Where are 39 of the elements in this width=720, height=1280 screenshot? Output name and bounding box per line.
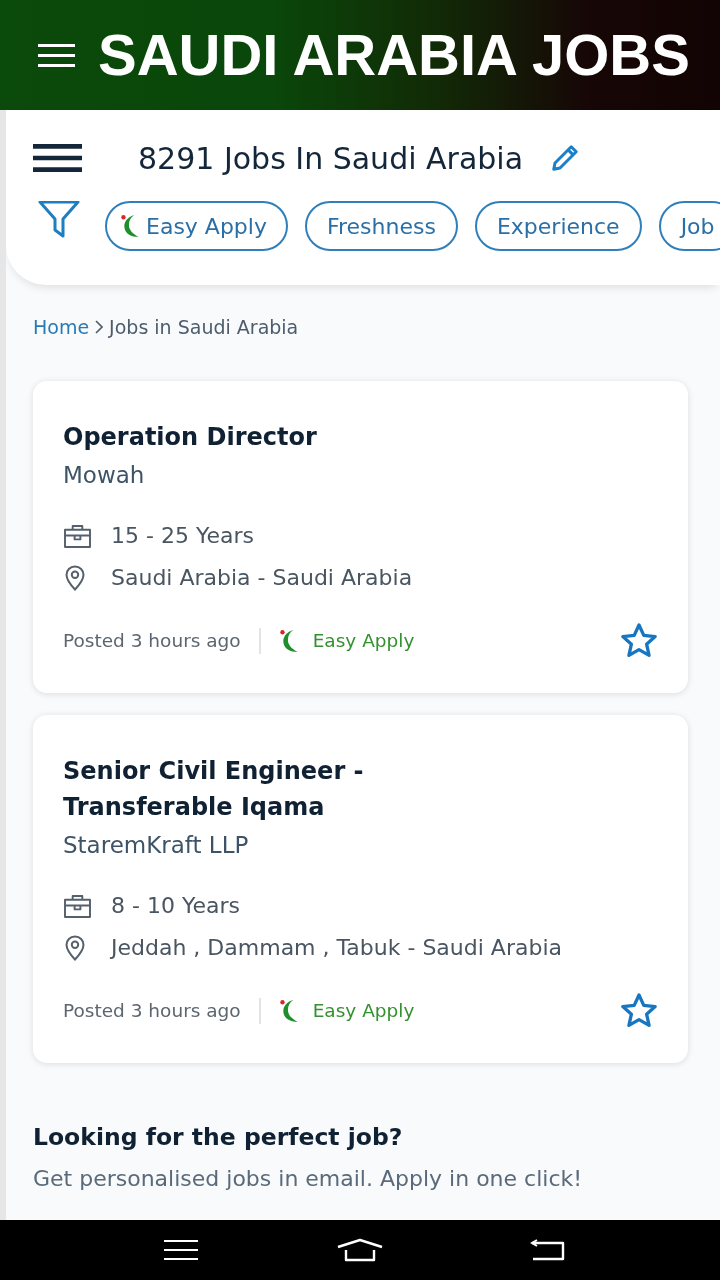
job-title[interactable]: Senior Civil Engineer - Transferable Iqama	[63, 753, 373, 825]
posted-time: Posted 3 hours ago	[63, 629, 241, 654]
star-icon[interactable]	[619, 622, 659, 660]
easy-apply-label: Easy Apply	[312, 999, 415, 1024]
chevron-right-icon	[95, 320, 104, 334]
crescent-icon	[278, 999, 299, 1023]
promo-text: Get personalised jobs in email. Apply in one click!	[33, 1165, 584, 1193]
location-pin-icon	[65, 565, 85, 591]
company-name: Mowah	[63, 461, 145, 490]
promo-title: Looking for the perfect job?	[33, 1122, 404, 1153]
crescent-icon	[278, 629, 299, 653]
location-pin-icon	[65, 935, 85, 961]
app-title: SAUDI ARABIA JOBS	[98, 26, 690, 84]
location-text: Saudi Arabia - Saudi Arabia	[111, 564, 413, 592]
job-card[interactable]: Senior Civil Engineer - Transferable Iqama StaremKraft LLP 8 - 10 Years Jeddah , Dammam , Tabuk - Saudi Arabia Posted 3 hours ago Easy Apply	[33, 715, 688, 1063]
briefcase-icon	[63, 523, 92, 549]
breadcrumb-link[interactable]: Home	[33, 312, 90, 342]
home-icon[interactable]	[336, 1238, 384, 1262]
filter-icon[interactable]	[38, 201, 80, 238]
location-text: Jeddah , Dammam , Tabuk - Saudi Arabia	[111, 934, 562, 962]
job-card[interactable]: Operation Director Mowah 15 - 25 Years Saudi Arabia - Saudi Arabia Posted 3 hours ago Easy Apply	[33, 381, 688, 693]
page-title: 8291 Jobs In Saudi Arabia	[138, 139, 524, 178]
company-name: StaremKraft LLP	[63, 831, 249, 860]
menu-icon[interactable]	[33, 144, 82, 172]
breadcrumb-current: Jobs in Saudi Arabia	[109, 314, 299, 340]
filter-chip[interactable]: Freshness	[304, 201, 458, 251]
star-icon[interactable]	[619, 992, 659, 1030]
easy-apply-label: Easy Apply	[312, 629, 415, 654]
experience-text: 8 - 10 Years	[111, 892, 240, 920]
pencil-icon[interactable]	[550, 143, 581, 173]
posted-time: Posted 3 hours ago	[63, 999, 241, 1024]
back-icon[interactable]	[530, 1239, 566, 1261]
filter-chip[interactable]: Job	[658, 201, 720, 251]
filter-chip[interactable]: Experience	[474, 201, 642, 251]
crescent-icon	[120, 214, 140, 238]
filter-chip[interactable]: Easy Apply	[105, 201, 288, 251]
experience-text: 15 - 25 Years	[111, 522, 254, 550]
briefcase-icon	[63, 893, 92, 919]
job-title[interactable]: Operation Director	[63, 419, 317, 455]
